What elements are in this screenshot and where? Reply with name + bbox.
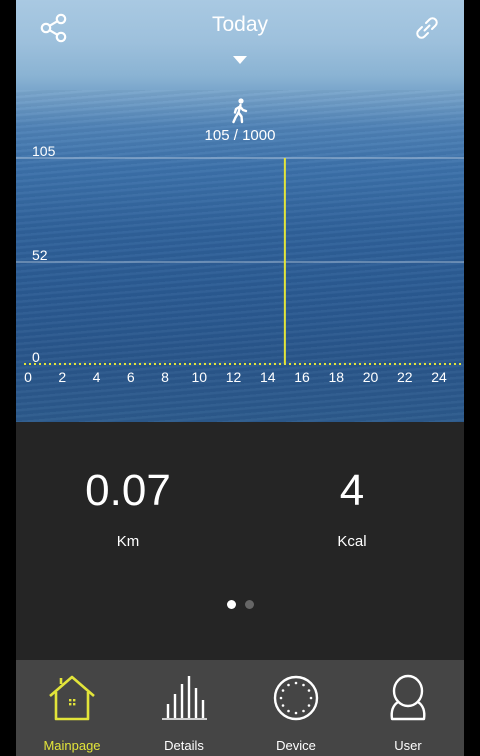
watch-tick (307, 704, 311, 707)
bottom-nav: Mainpage Details Device User (16, 660, 464, 756)
watch-tick (281, 704, 285, 707)
watch-tick (287, 683, 290, 687)
stats-panel: 0.07 Km 4 Kcal (16, 422, 464, 660)
tab-mainpage[interactable]: Mainpage (16, 660, 128, 756)
x-tick-label: 20 (363, 369, 379, 385)
calories-value: 4 (339, 466, 365, 515)
tab-details-label: Details (164, 738, 204, 753)
home-icon (49, 675, 95, 721)
x-tick-label: 6 (127, 369, 135, 385)
watch-tick (294, 681, 298, 685)
x-tick-label: 10 (191, 369, 207, 385)
page-indicator (16, 600, 464, 609)
tab-user-label: User (394, 738, 422, 753)
x-tick-label: 14 (260, 369, 276, 385)
watch-tick (309, 696, 313, 700)
page-dot-1[interactable] (226, 600, 236, 609)
steps-chart: 1055200 2 4 6 8 10 12 14 16 18 20 22 24 (16, 143, 464, 385)
tab-mainpage-label: Mainpage (43, 738, 101, 753)
calories-unit: Kcal (337, 533, 367, 550)
page-dot-2[interactable] (244, 600, 254, 609)
x-tick-label: 0 (24, 369, 32, 385)
watch-tick (294, 711, 298, 715)
watch-tick (302, 709, 305, 713)
user-icon (390, 674, 426, 721)
link-icon (416, 17, 438, 39)
distance-unit: Km (116, 533, 140, 550)
caret-down-icon[interactable] (233, 56, 247, 64)
distance-value: 0.07 (85, 466, 171, 515)
x-tick-label: 12 (226, 369, 242, 385)
x-tick-label: 16 (294, 369, 310, 385)
x-tick-label: 22 (397, 369, 413, 385)
y-tick-label: 0 (32, 349, 40, 365)
x-tick-label: 18 (328, 369, 344, 385)
tab-device-label: Device (276, 738, 316, 753)
link-button[interactable] (409, 10, 445, 46)
x-tick-label: 24 (431, 369, 447, 385)
hero-panel: Today 105 / 1000 105 52 0 0 2 4 6 8 10 12 14 16 18 20… (16, 0, 464, 422)
watch-tick (279, 696, 283, 700)
x-tick-label: 4 (93, 369, 101, 385)
device-watch-icon (273, 675, 319, 721)
page-title[interactable]: Today (16, 13, 464, 37)
x-tick-label: 2 (58, 369, 66, 385)
watch-tick (287, 709, 290, 713)
watch-tick (281, 689, 285, 692)
y-tick-label: 52 (32, 247, 48, 263)
walking-person-icon (232, 98, 248, 124)
tab-details[interactable]: Details (128, 660, 240, 756)
y-tick-label: 105 (32, 143, 56, 159)
tab-user[interactable]: User (352, 660, 464, 756)
app-root: Today 105 / 1000 105 52 0 0 2 4 6 8 10 12 14 16 18 20… (16, 0, 464, 756)
watch-tick (307, 689, 311, 692)
tab-device[interactable]: Device (240, 660, 352, 756)
bar-chart-icon (162, 676, 207, 720)
x-tick-label: 8 (161, 369, 169, 385)
watch-tick (302, 683, 305, 687)
